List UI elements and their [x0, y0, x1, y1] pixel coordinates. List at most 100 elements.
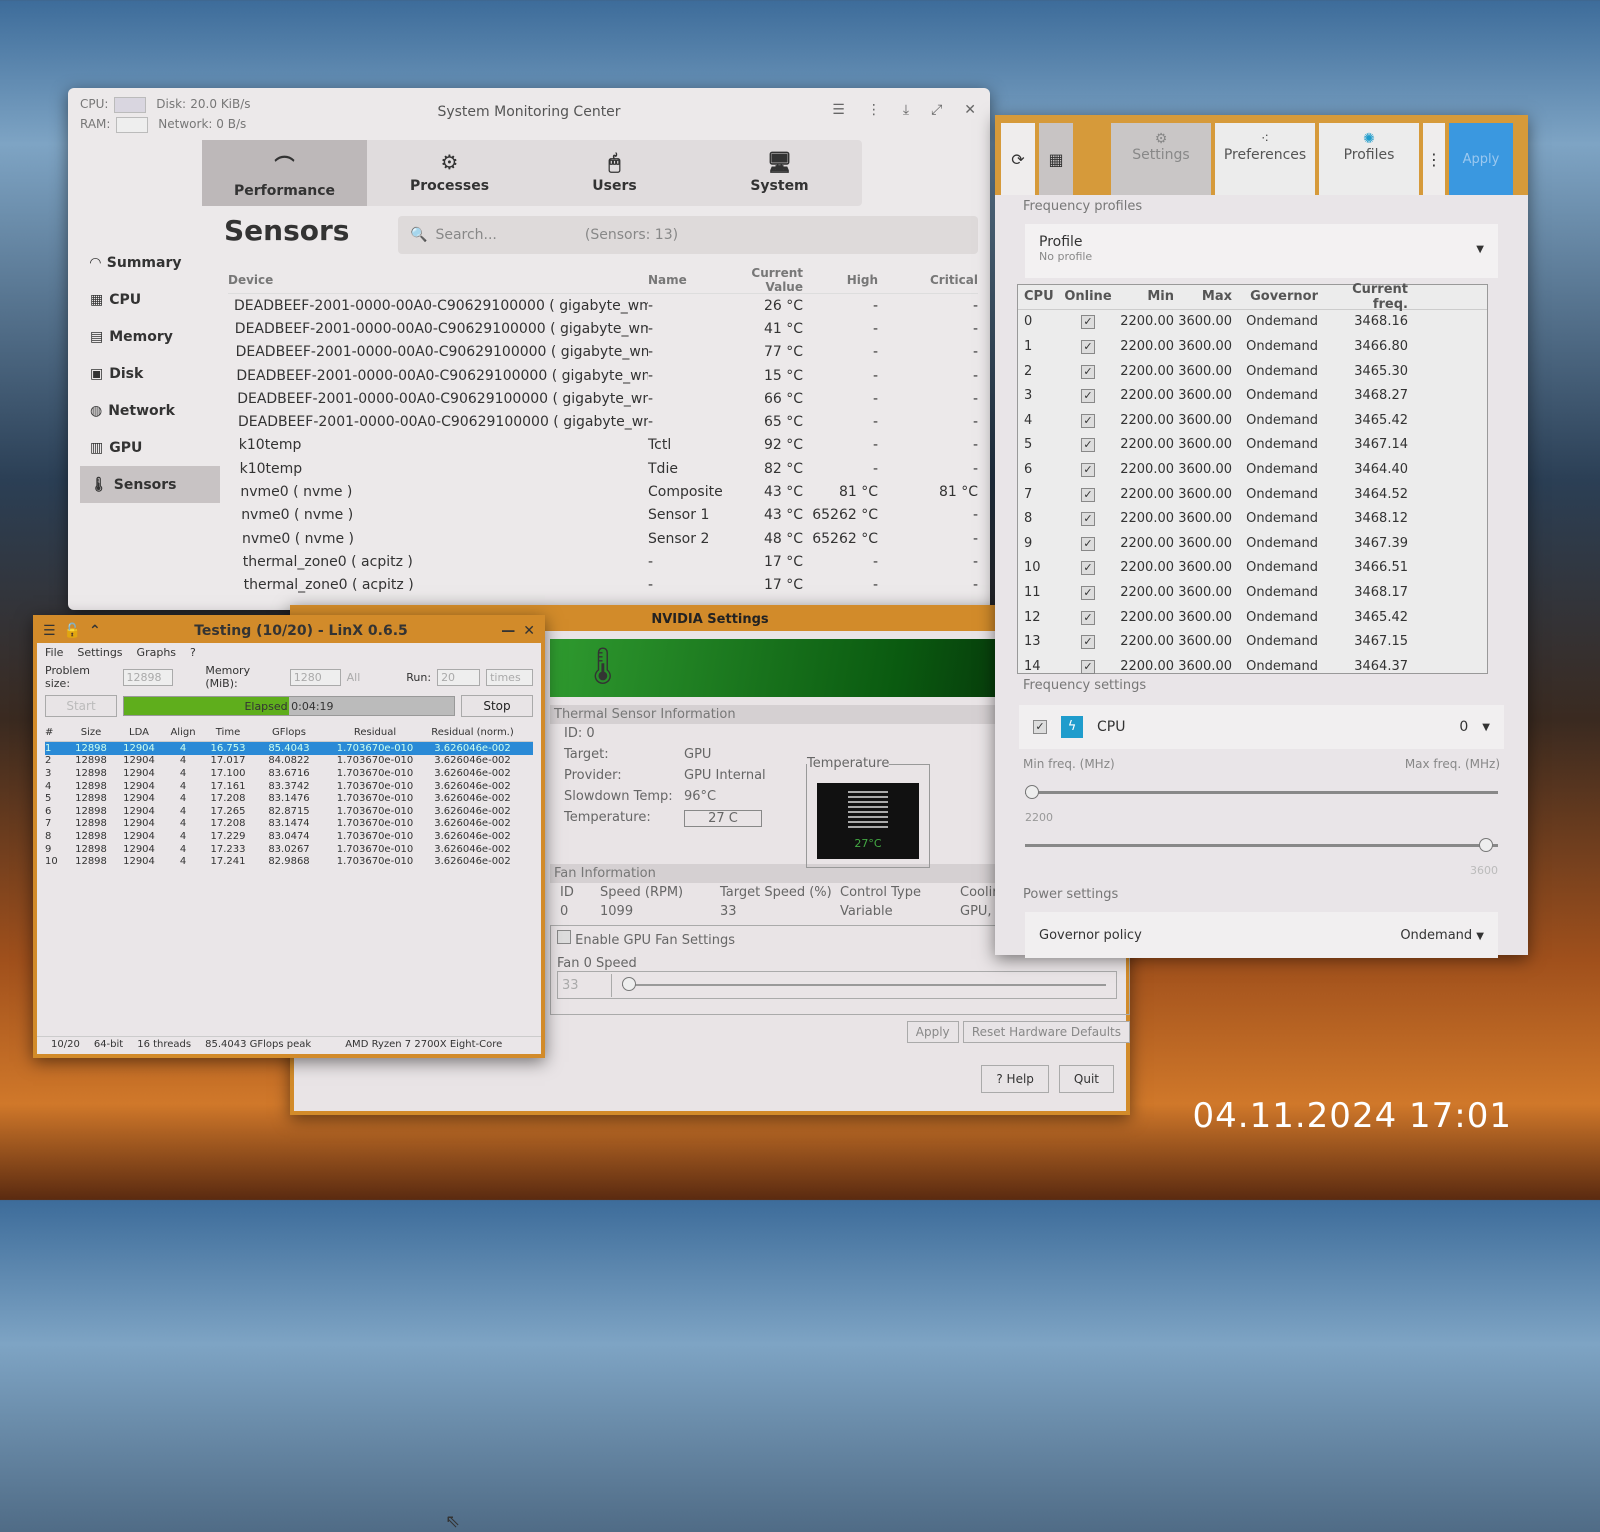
start-button[interactable]: Start: [45, 695, 117, 717]
tab-system[interactable]: 🖥 System: [697, 140, 862, 206]
fan0-value[interactable]: 33: [558, 973, 612, 997]
table-row[interactable]: 7 ✓ 2200.00 3600.00 Ondemand 3464.52: [1018, 482, 1487, 507]
run-unit-select[interactable]: times: [486, 668, 534, 686]
table-row[interactable]: 12 ✓ 2200.00 3600.00 Ondemand 3465.42: [1018, 605, 1487, 630]
column-header[interactable]: Name: [648, 273, 728, 287]
menu-file[interactable]: File: [45, 646, 63, 659]
table-row[interactable]: DEADBEEF-2001-0000-00A0-C90629100000 ( g…: [228, 410, 978, 433]
column-header[interactable]: Residual (norm.): [425, 727, 520, 738]
column-header[interactable]: Residual: [325, 727, 425, 738]
table-row[interactable]: 1 ✓ 2200.00 3600.00 Ondemand 3466.80: [1018, 334, 1487, 359]
table-row[interactable]: 13 ✓ 2200.00 3600.00 Ondemand 3467.15: [1018, 629, 1487, 654]
max-freq-slider[interactable]: [1025, 824, 1498, 864]
more-icon[interactable]: ⋮: [1423, 123, 1445, 195]
table-row[interactable]: 6 12898 12904 4 17.265 82.8715 1.703670e-010 3.…: [45, 805, 533, 818]
table-row[interactable]: 8 12898 12904 4 17.229 83.0474 1.703670e-010 3.…: [45, 830, 533, 843]
table-row[interactable]: 0 ✓ 2200.00 3600.00 Ondemand 3468.16: [1018, 310, 1487, 335]
table-row[interactable]: nvme0 ( nvme ) Sensor 1 43 °C 65262 °C -: [228, 504, 978, 527]
profile-select[interactable]: Profile No profile ▼: [1025, 224, 1498, 278]
table-row[interactable]: 9 ✓ 2200.00 3600.00 Ondemand 3467.39: [1018, 531, 1487, 556]
table-row[interactable]: 3 ✓ 2200.00 3600.00 Ondemand 3468.27: [1018, 383, 1487, 408]
table-row[interactable]: 2 ✓ 2200.00 3600.00 Ondemand 3465.30: [1018, 359, 1487, 384]
table-row[interactable]: 2 12898 12904 4 17.017 84.0822 1.703670e-010 3.…: [45, 755, 533, 768]
menu-icon[interactable]: ☰: [832, 102, 845, 118]
table-row[interactable]: nvme0 ( nvme ) Composite 43 °C 81 °C 81 °C: [228, 480, 978, 503]
online-checkbox[interactable]: ✓: [1081, 610, 1095, 625]
tab-performance[interactable]: ⌒ Performance: [202, 140, 367, 206]
online-checkbox[interactable]: ✓: [1081, 438, 1095, 453]
cpu-checkbox[interactable]: ✓: [1033, 720, 1047, 734]
tab-settings[interactable]: ⚙ Settings: [1111, 123, 1211, 195]
online-checkbox[interactable]: ✓: [1081, 561, 1095, 576]
column-header[interactable]: Time: [203, 727, 253, 738]
sidebar-item-summary[interactable]: ◠ Summary: [80, 244, 220, 281]
lock-icon[interactable]: 🔓: [64, 623, 81, 639]
column-header[interactable]: Align: [163, 727, 203, 738]
table-row[interactable]: DEADBEEF-2001-0000-00A0-C90629100000 ( g…: [228, 317, 978, 340]
menu-help[interactable]: ?: [190, 646, 196, 659]
online-checkbox[interactable]: ✓: [1081, 315, 1095, 330]
minimize-icon[interactable]: —: [501, 623, 515, 639]
tab-users[interactable]: 🖱 Users: [532, 140, 697, 206]
online-checkbox[interactable]: ✓: [1081, 585, 1095, 600]
table-row[interactable]: 4 12898 12904 4 17.161 83.3742 1.703670e-010 3.…: [45, 780, 533, 793]
table-row[interactable]: nvme0 ( nvme ) Sensor 2 48 °C 65262 °C -: [228, 527, 978, 550]
table-row[interactable]: DEADBEEF-2001-0000-00A0-C90629100000 ( g…: [228, 341, 978, 364]
table-row[interactable]: k10temp Tdie 82 °C - -: [228, 457, 978, 480]
table-row[interactable]: 4 ✓ 2200.00 3600.00 Ondemand 3465.42: [1018, 408, 1487, 433]
menu-icon[interactable]: ☰: [43, 623, 56, 639]
run-input[interactable]: 20: [437, 668, 481, 686]
quit-button[interactable]: Quit: [1058, 1065, 1114, 1093]
online-checkbox[interactable]: ✓: [1081, 487, 1095, 502]
close-icon[interactable]: ✕: [523, 623, 535, 639]
tab-profiles[interactable]: ✺ Profiles: [1319, 123, 1419, 195]
apply-button[interactable]: Apply: [1449, 123, 1513, 195]
online-checkbox[interactable]: ✓: [1081, 536, 1095, 551]
column-header[interactable]: Current Value: [728, 266, 803, 294]
table-row[interactable]: 7 12898 12904 4 17.208 83.1474 1.703670e-010 3.…: [45, 818, 533, 831]
table-row[interactable]: DEADBEEF-2001-0000-00A0-C90629100000 ( g…: [228, 364, 978, 387]
help-button[interactable]: ? Help: [981, 1065, 1049, 1093]
table-row[interactable]: 10 12898 12904 4 17.241 82.9868 1.703670e-010 3…: [45, 855, 533, 868]
column-header[interactable]: High: [803, 273, 878, 287]
online-checkbox[interactable]: ✓: [1081, 389, 1095, 404]
online-checkbox[interactable]: ✓: [1081, 512, 1095, 527]
column-header[interactable]: Critical: [878, 273, 978, 287]
table-row[interactable]: 6 ✓ 2200.00 3600.00 Ondemand 3464.40: [1018, 457, 1487, 482]
column-header[interactable]: Size: [67, 727, 115, 738]
sidebar-item-memory[interactable]: ▤ Memory: [80, 318, 220, 355]
reset-defaults-button[interactable]: Reset Hardware Defaults: [962, 1021, 1130, 1043]
shade-icon[interactable]: ⌃: [89, 623, 101, 639]
table-row[interactable]: 11 ✓ 2200.00 3600.00 Ondemand 3468.17: [1018, 580, 1487, 605]
tab-processes[interactable]: ⚙ Processes: [367, 140, 532, 206]
slider-handle[interactable]: [1025, 785, 1039, 799]
sidebar-item-cpu[interactable]: ▦ CPU: [80, 281, 220, 318]
sidebar-item-gpu[interactable]: ▥ GPU: [80, 429, 220, 466]
maximize-icon[interactable]: ⤢: [931, 102, 942, 118]
apply-button[interactable]: Apply: [906, 1021, 959, 1043]
tab-preferences[interactable]: ⁖ Preferences: [1215, 123, 1315, 195]
online-checkbox[interactable]: ✓: [1081, 339, 1095, 354]
refresh-button[interactable]: ⟳: [1001, 123, 1035, 195]
select-button[interactable]: ▦: [1039, 123, 1073, 195]
memory-input[interactable]: 1280: [289, 668, 341, 686]
min-freq-slider[interactable]: [1025, 771, 1498, 811]
table-row[interactable]: k10temp Tctl 92 °C - -: [228, 434, 978, 457]
search-input[interactable]: 🔍 Search... (Sensors: 13): [398, 216, 978, 254]
slider-handle[interactable]: [1479, 838, 1494, 852]
close-icon[interactable]: ✕: [964, 102, 976, 118]
menu-graphs[interactable]: Graphs: [137, 646, 176, 659]
online-checkbox[interactable]: ✓: [1081, 462, 1095, 477]
table-row[interactable]: 10 ✓ 2200.00 3600.00 Ondemand 3466.51: [1018, 556, 1487, 581]
enable-fan-checkbox[interactable]: [557, 930, 571, 944]
online-checkbox[interactable]: ✓: [1081, 635, 1095, 650]
online-checkbox[interactable]: ✓: [1081, 364, 1095, 379]
table-row[interactable]: 8 ✓ 2200.00 3600.00 Ondemand 3468.12: [1018, 506, 1487, 531]
table-row[interactable]: 5 12898 12904 4 17.208 83.1476 1.703670e-010 3.…: [45, 792, 533, 805]
fan0-slider-handle[interactable]: [622, 977, 636, 991]
column-header[interactable]: LDA: [115, 727, 163, 738]
table-row[interactable]: thermal_zone0 ( acpitz ) - 17 °C - -: [228, 574, 978, 597]
menu-settings[interactable]: Settings: [77, 646, 122, 659]
table-row[interactable]: DEADBEEF-2001-0000-00A0-C90629100000 ( g…: [228, 387, 978, 410]
table-row[interactable]: 9 12898 12904 4 17.233 83.0267 1.703670e-010 3.…: [45, 843, 533, 856]
